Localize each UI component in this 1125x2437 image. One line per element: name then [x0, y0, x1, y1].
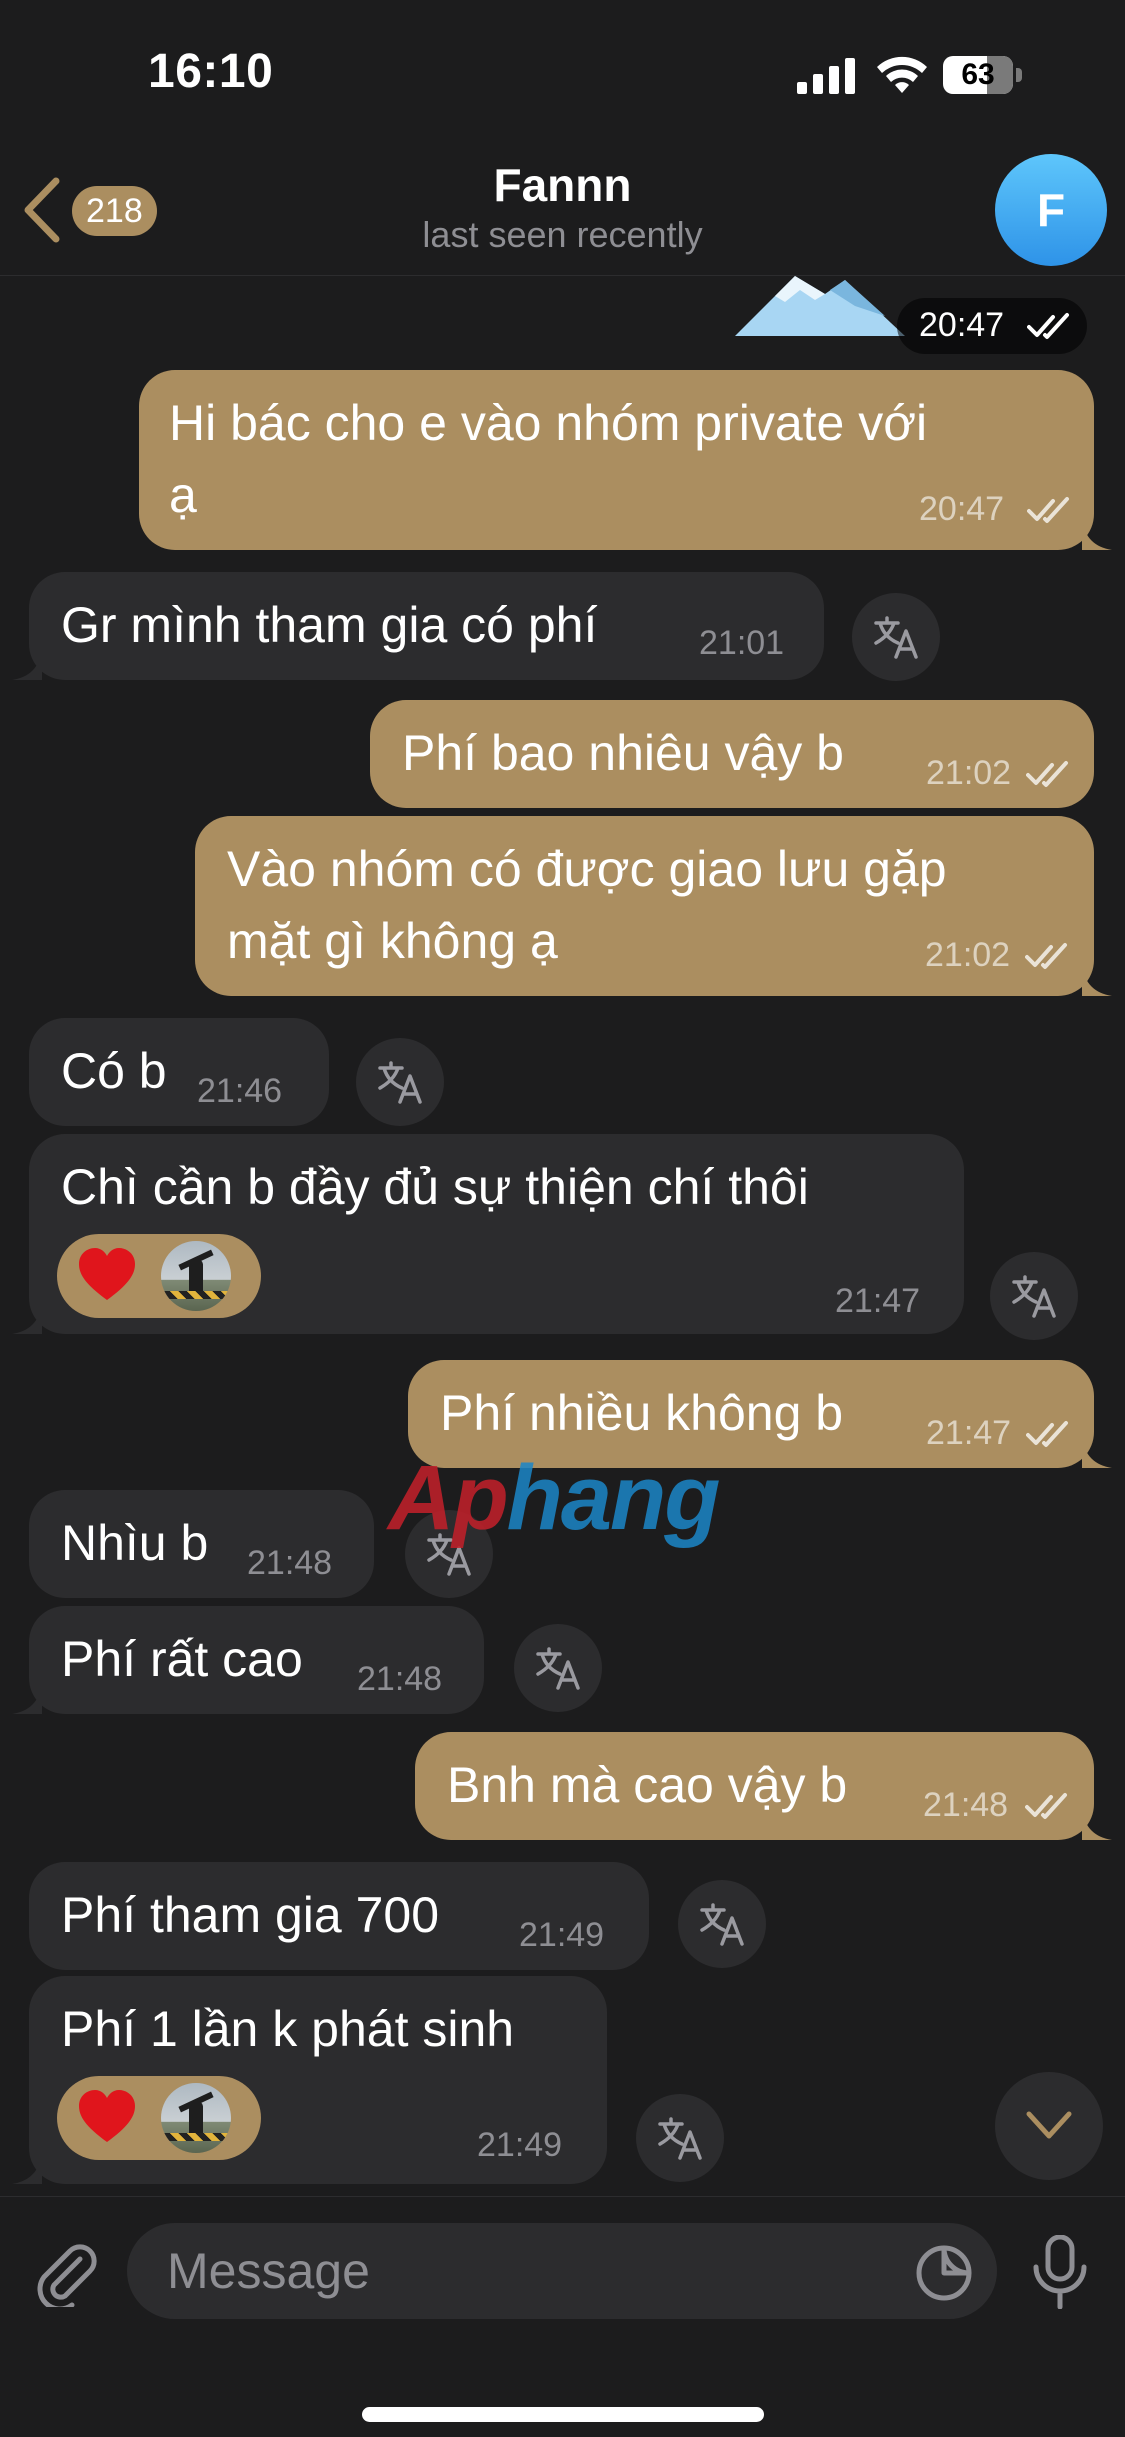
- bubble-tail: [1082, 1810, 1112, 1840]
- outgoing-message[interactable]: Hi bác cho e vào nhóm private với ạ 20:4…: [139, 370, 1094, 550]
- reactions-row[interactable]: [57, 2076, 261, 2160]
- sticker-icon[interactable]: [915, 2244, 973, 2302]
- message-time: 21:48: [923, 1786, 1009, 1824]
- translate-button[interactable]: [990, 1252, 1078, 1340]
- battery-percent: 63: [961, 58, 995, 91]
- translate-button[interactable]: [514, 1624, 602, 1712]
- chat-header: 218 Fannn last seen recently F: [0, 150, 1125, 276]
- incoming-message[interactable]: Nhìu b 21:48: [29, 1490, 374, 1598]
- double-check-icon: [1026, 761, 1068, 787]
- message-text: Phí rất cao: [61, 1631, 303, 1687]
- heart-reaction-icon: [79, 2090, 135, 2142]
- double-check-icon: [1025, 1793, 1067, 1819]
- incoming-message[interactable]: Gr mình tham gia có phí 21:01: [29, 572, 824, 680]
- message-text: Bnh mà cao vậy b: [447, 1757, 848, 1813]
- wifi-icon: [877, 56, 927, 93]
- cellular-signal-icon: [797, 58, 855, 94]
- message-time: 21:02: [926, 754, 1012, 792]
- message-input-bar: [0, 2196, 1125, 2437]
- battery-icon: 63: [943, 56, 1023, 94]
- reactions-row[interactable]: [57, 1234, 261, 1318]
- scroll-to-bottom-button[interactable]: [995, 2072, 1103, 2180]
- message-text: mặt gì không ạ: [227, 913, 558, 969]
- bubble-tail: [12, 1304, 42, 1334]
- media-time-badge: 20:47: [897, 298, 1087, 354]
- bubble-tail: [1082, 966, 1112, 996]
- bubble-tail: [12, 650, 42, 680]
- message-text: ạ: [169, 467, 197, 523]
- message-time: 21:47: [835, 1282, 921, 1320]
- double-check-icon: [1027, 497, 1069, 523]
- outgoing-message[interactable]: Vào nhóm có được giao lưu gặp mặt gì khô…: [195, 816, 1094, 996]
- translate-button[interactable]: [356, 1038, 444, 1126]
- translate-icon: [700, 1903, 744, 1946]
- incoming-message[interactable]: Chì cần b đầy đủ sự thiện chí thôi 21:47: [29, 1134, 964, 1334]
- message-text: Phí tham gia 700: [61, 1887, 440, 1943]
- translate-button[interactable]: [678, 1880, 766, 1968]
- outgoing-message[interactable]: Bnh mà cao vậy b 21:48: [415, 1732, 1094, 1840]
- message-list[interactable]: 20:47 Hi bác cho e vào nhóm private với …: [0, 276, 1125, 2196]
- bubble-tail: [1082, 1438, 1112, 1468]
- home-indicator: [362, 2407, 764, 2422]
- message-time: 21:49: [477, 2126, 563, 2164]
- message-text: Có b: [61, 1043, 167, 1099]
- translate-icon: [536, 1647, 580, 1690]
- message-text: Hi bác cho e vào nhóm private với: [169, 395, 928, 451]
- message-time: 21:02: [925, 936, 1011, 974]
- message-time: 21:01: [699, 624, 785, 662]
- incoming-message[interactable]: Phí tham gia 700 21:49: [29, 1862, 649, 1970]
- translate-icon: [658, 2117, 702, 2160]
- watermark-logo: Aphang: [388, 1447, 720, 1549]
- incoming-message[interactable]: Phí 1 lần k phát sinh 21:49: [29, 1976, 607, 2184]
- translate-icon: [378, 1061, 422, 1104]
- heart-reaction-icon: [79, 1248, 135, 1300]
- double-check-icon: [1025, 943, 1067, 969]
- outgoing-message[interactable]: Phí bao nhiêu vậy b 21:02: [370, 700, 1094, 808]
- message-text: Phí bao nhiêu vậy b: [402, 725, 844, 781]
- reaction-user-avatar: [161, 1241, 231, 1311]
- paperclip-icon[interactable]: [30, 2237, 100, 2307]
- bubble-tail: [12, 1684, 42, 1714]
- last-seen-status: last seen recently: [422, 214, 703, 255]
- message-time: 21:48: [357, 1660, 443, 1698]
- bubble-tail: [12, 2154, 42, 2184]
- translate-icon: [1012, 1275, 1056, 1318]
- chevron-down-icon: [1026, 2111, 1072, 2139]
- status-bar: 16:10 63: [0, 0, 1125, 150]
- double-check-icon: [1026, 1421, 1068, 1447]
- chat-title[interactable]: Fannn: [0, 158, 1125, 212]
- message-time: 20:47: [919, 306, 1005, 344]
- message-text: Gr mình tham gia có phí: [61, 597, 598, 653]
- status-time: 16:10: [148, 45, 274, 98]
- bubble-tail: [1082, 520, 1112, 550]
- message-time: 21:47: [926, 1414, 1012, 1452]
- translate-button[interactable]: [636, 2094, 724, 2182]
- message-time: 21:48: [247, 1544, 333, 1582]
- message-time: 21:49: [519, 1916, 605, 1954]
- translate-icon: [874, 616, 918, 659]
- translate-button[interactable]: [852, 593, 940, 681]
- contact-avatar[interactable]: F: [995, 154, 1107, 266]
- incoming-message[interactable]: Có b 21:46: [29, 1018, 329, 1126]
- double-check-icon: [1027, 313, 1069, 339]
- reaction-user-avatar: [161, 2083, 231, 2153]
- message-text: Phí 1 lần k phát sinh: [61, 2001, 515, 2057]
- message-text: Chì cần b đầy đủ sự thiện chí thôi: [61, 1159, 809, 1215]
- incoming-message[interactable]: Phí rất cao 21:48: [29, 1606, 484, 1714]
- message-text: Nhìu b: [61, 1515, 209, 1571]
- message-time: 20:47: [919, 490, 1005, 528]
- message-time: 21:46: [197, 1072, 283, 1110]
- message-text: Phí nhiều không b: [440, 1385, 844, 1441]
- message-text: Vào nhóm có được giao lưu gặp: [227, 841, 947, 897]
- microphone-icon[interactable]: [1030, 2235, 1090, 2309]
- message-input[interactable]: [127, 2223, 997, 2319]
